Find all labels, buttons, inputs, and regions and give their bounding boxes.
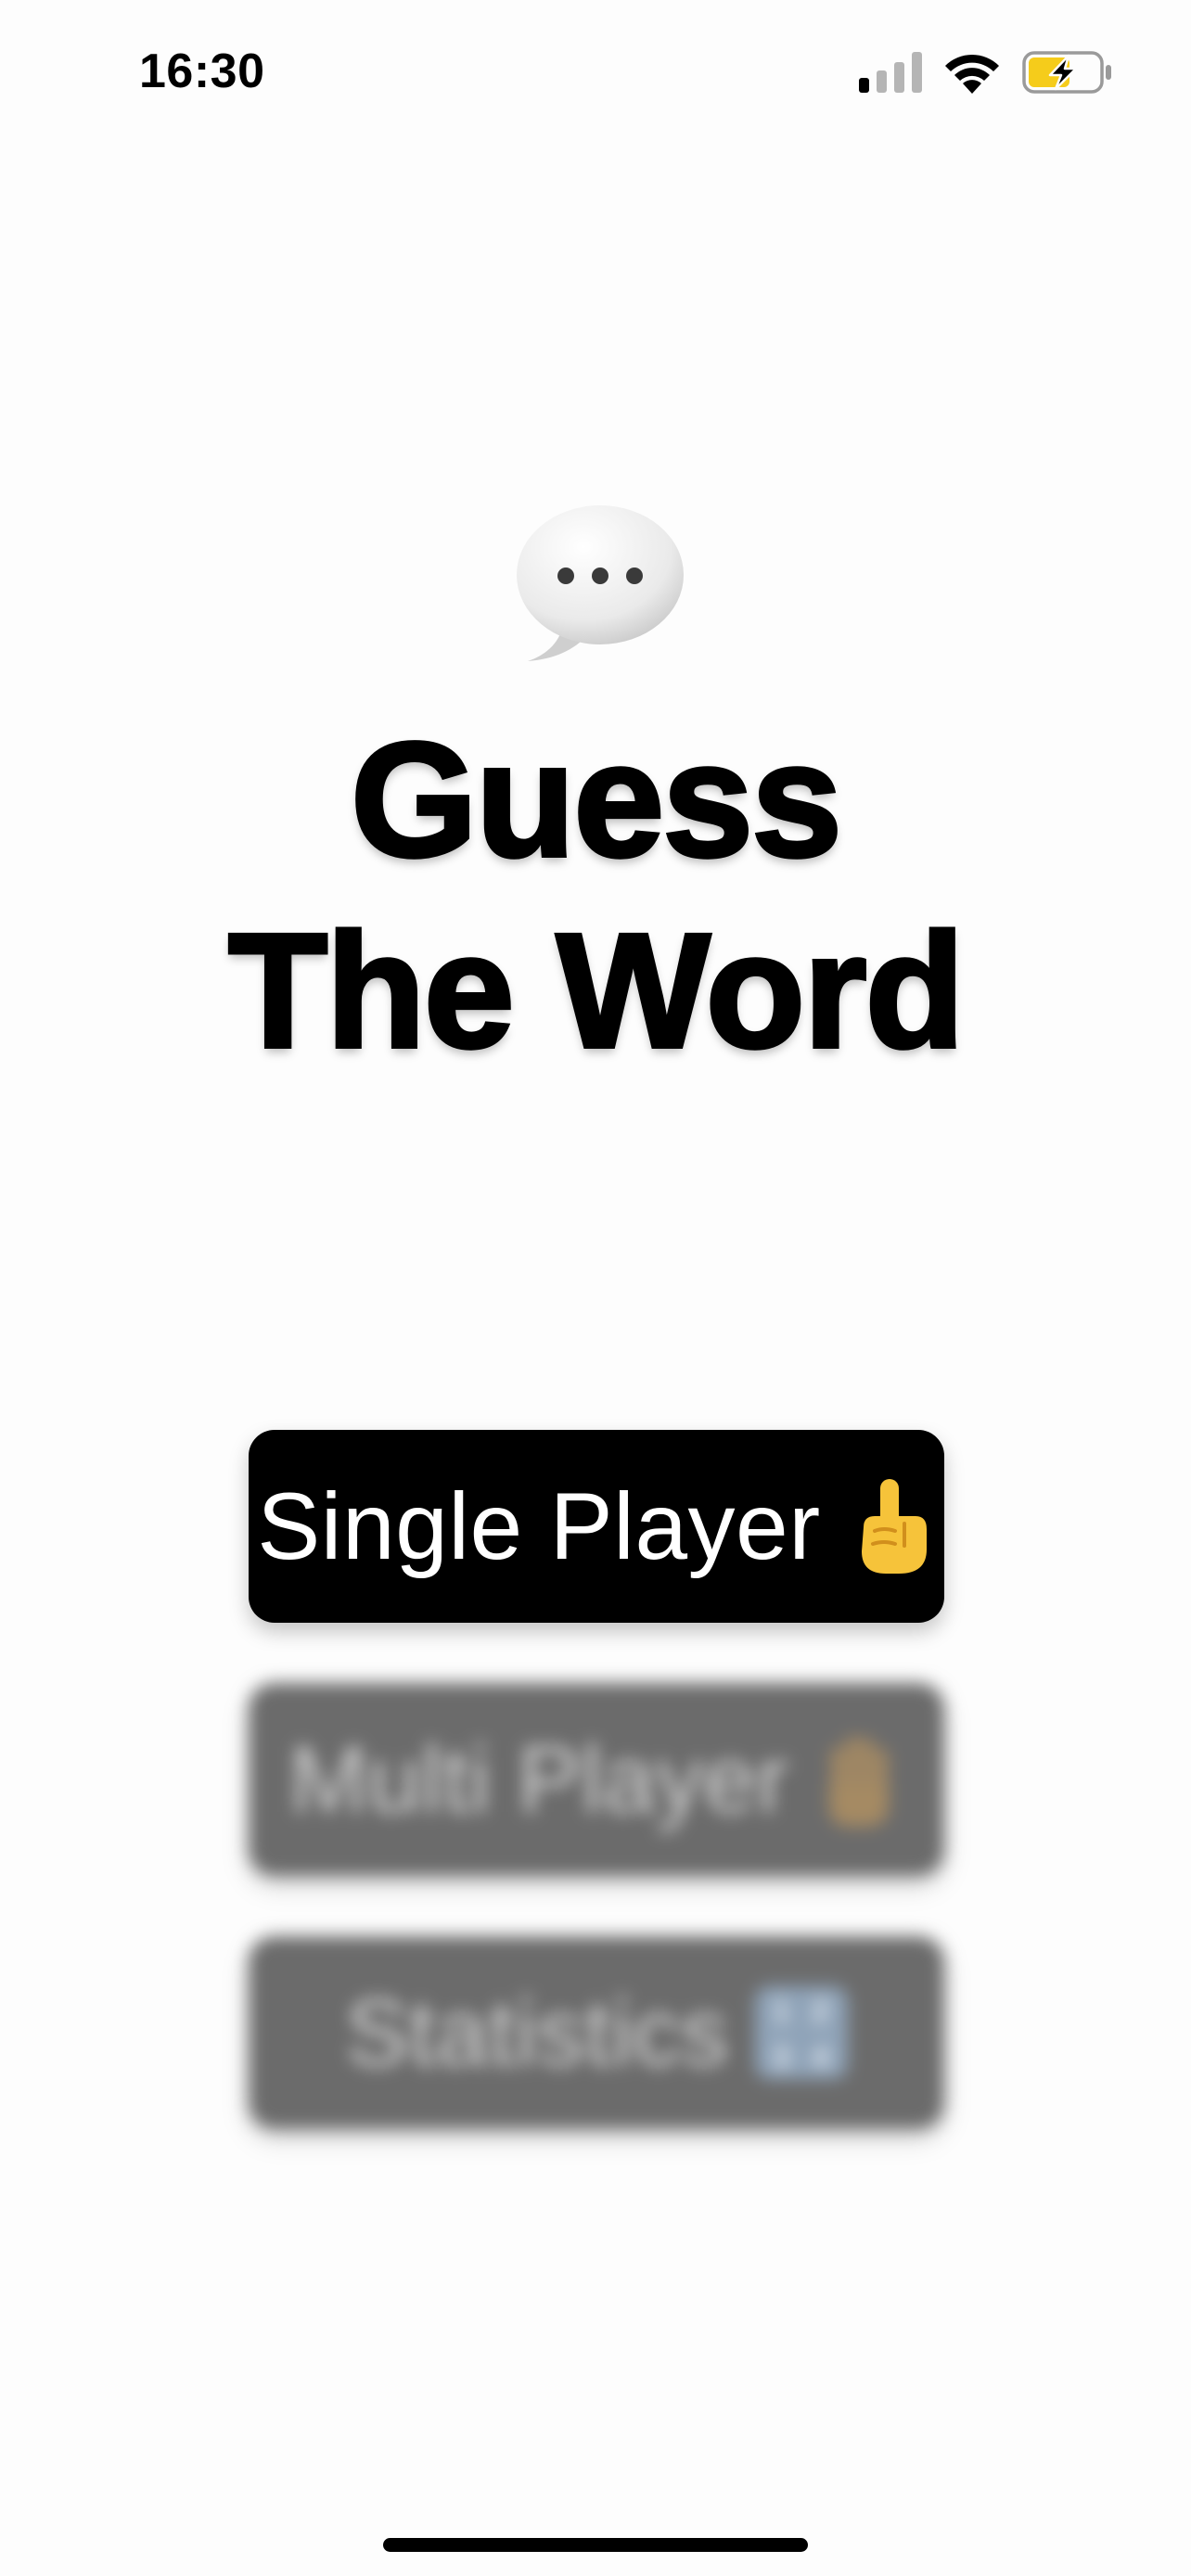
multi-player-label: Multi Player — [288, 1726, 789, 1832]
battery-charging-icon — [1022, 51, 1111, 94]
numbers-icon-digit: 1 — [772, 1994, 791, 2029]
single-player-label: Single Player — [257, 1473, 821, 1579]
app-title-line-2: The Word — [226, 899, 967, 1084]
app-title: Guess The Word — [0, 705, 1191, 1087]
raised-hand-icon — [829, 1736, 890, 1827]
cellular-signal-icon — [859, 52, 922, 93]
statistics-label: Statistics — [345, 1979, 729, 2085]
multi-player-button[interactable]: Multi Player — [249, 1683, 944, 1876]
numbers-icon-digit: 4 — [811, 2040, 830, 2075]
numbers-icon-digit: 3 — [772, 2040, 791, 2075]
status-time: 16:30 — [139, 45, 265, 98]
statistics-button[interactable]: Statistics 1 2 3 4 — [249, 1936, 944, 2129]
single-player-button[interactable]: Single Player — [249, 1430, 944, 1623]
numbers-input-icon: 1 2 3 4 — [754, 1986, 848, 2079]
home-screen: 16:30 Guess The Word Single Player Multi… — [0, 0, 1191, 2576]
speech-bubble-icon — [517, 505, 684, 661]
numbers-icon-digit: 2 — [811, 1994, 830, 2029]
status-icons — [859, 46, 1113, 98]
app-title-line-1: Guess — [349, 708, 844, 893]
pointing-up-hand-icon — [861, 1479, 927, 1574]
wifi-icon — [945, 54, 999, 94]
home-indicator[interactable] — [383, 2538, 808, 2552]
